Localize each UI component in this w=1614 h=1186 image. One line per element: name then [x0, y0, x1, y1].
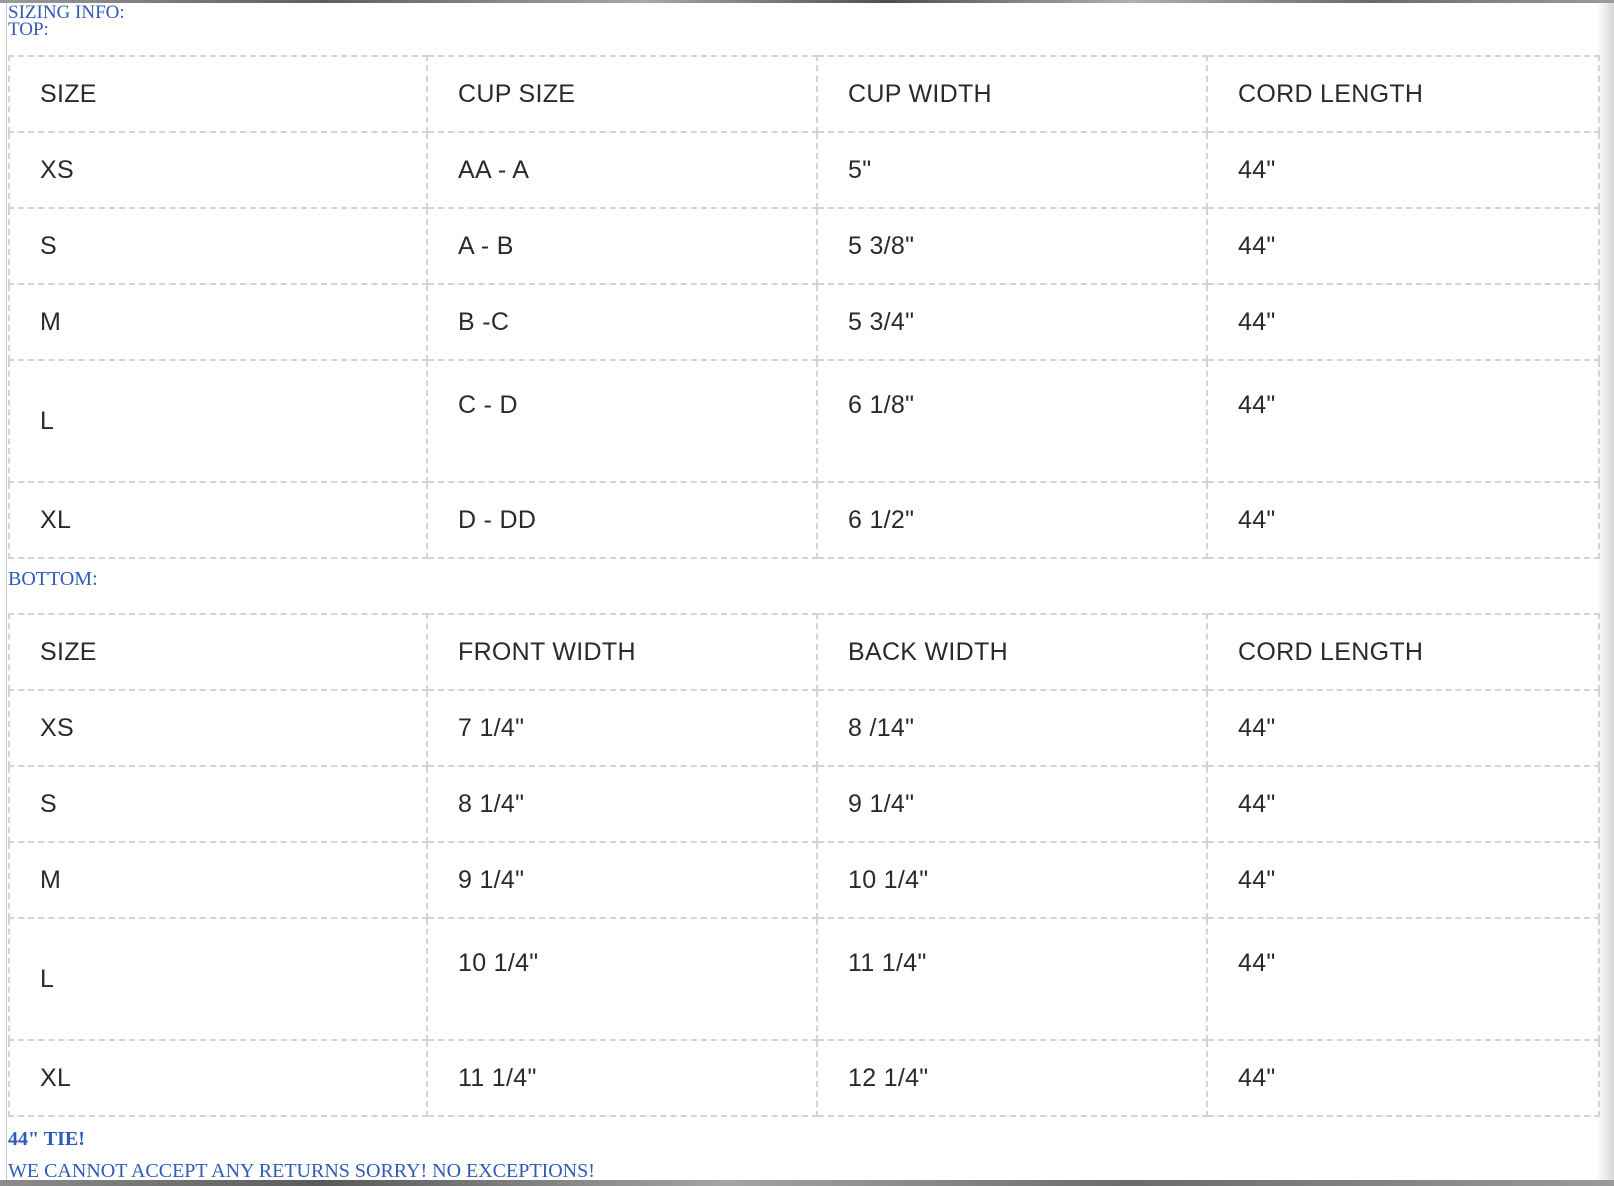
- cell-cup-size: C - D: [426, 359, 818, 483]
- table-row: L C - D 6 1/8" 44": [8, 359, 1600, 483]
- bottom-sizing-table: SIZE FRONT WIDTH BACK WIDTH CORD LENGTH …: [8, 613, 1600, 1117]
- table-row: M 9 1/4" 10 1/4" 44": [8, 841, 1600, 919]
- table-row: XL 11 1/4" 12 1/4" 44": [8, 1039, 1600, 1117]
- table-header-row: SIZE FRONT WIDTH BACK WIDTH CORD LENGTH: [8, 613, 1600, 691]
- tie-note: 44" TIE!: [8, 1128, 85, 1150]
- cell-cup-size: A - B: [426, 207, 818, 285]
- header-cell-cup-size: CUP SIZE: [426, 55, 818, 133]
- cell-back-width: 9 1/4": [816, 765, 1208, 843]
- cell-cord-length: 44": [1206, 207, 1600, 285]
- header-cell-cord-length: CORD LENGTH: [1206, 55, 1600, 133]
- cell-cord-length: 44": [1206, 359, 1600, 483]
- cell-cord-length: 44": [1206, 765, 1600, 843]
- cell-cord-length: 44": [1206, 841, 1600, 919]
- cell-cup-width: 5": [816, 131, 1208, 209]
- table-row: XS 7 1/4" 8 /14" 44": [8, 689, 1600, 767]
- table-header-row: SIZE CUP SIZE CUP WIDTH CORD LENGTH: [8, 55, 1600, 133]
- cell-cord-length: 44": [1206, 131, 1600, 209]
- cell-back-width: 10 1/4": [816, 841, 1208, 919]
- header-cell-back-width: BACK WIDTH: [816, 613, 1208, 691]
- top-sizing-table: SIZE CUP SIZE CUP WIDTH CORD LENGTH XS A…: [8, 55, 1600, 559]
- cell-cup-width: 6 1/8": [816, 359, 1208, 483]
- header-cell-cord-length: CORD LENGTH: [1206, 613, 1600, 691]
- cell-back-width: 8 /14": [816, 689, 1208, 767]
- cell-front-width: 11 1/4": [426, 1039, 818, 1117]
- table-row: L 10 1/4" 11 1/4" 44": [8, 917, 1600, 1041]
- cell-size: S: [8, 207, 428, 285]
- table-row: XL D - DD 6 1/2" 44": [8, 481, 1600, 559]
- cell-cup-width: 5 3/4": [816, 283, 1208, 361]
- cell-front-width: 8 1/4": [426, 765, 818, 843]
- cell-cup-width: 6 1/2": [816, 481, 1208, 559]
- cell-cup-size: B -C: [426, 283, 818, 361]
- cell-cup-size: AA - A: [426, 131, 818, 209]
- cell-back-width: 11 1/4": [816, 917, 1208, 1041]
- cell-cord-length: 44": [1206, 481, 1600, 559]
- header-cell-cup-width: CUP WIDTH: [816, 55, 1208, 133]
- header-cell-size: SIZE: [8, 613, 428, 691]
- table-row: S A - B 5 3/8" 44": [8, 207, 1600, 285]
- cell-cord-length: 44": [1206, 1039, 1600, 1117]
- cell-back-width: 12 1/4": [816, 1039, 1208, 1117]
- cell-cord-length: 44": [1206, 283, 1600, 361]
- cell-cord-length: 44": [1206, 689, 1600, 767]
- cell-size: L: [8, 917, 428, 1041]
- cell-cord-length: 44": [1206, 917, 1600, 1041]
- header-cell-front-width: FRONT WIDTH: [426, 613, 818, 691]
- cell-size: XS: [8, 689, 428, 767]
- cell-front-width: 10 1/4": [426, 917, 818, 1041]
- cell-size: M: [8, 283, 428, 361]
- cell-size: XL: [8, 481, 428, 559]
- cell-cup-width: 5 3/8": [816, 207, 1208, 285]
- header-cell-size: SIZE: [8, 55, 428, 133]
- cell-size: XS: [8, 131, 428, 209]
- cell-size: XL: [8, 1039, 428, 1117]
- bottom-section-heading: BOTTOM:: [8, 568, 98, 590]
- cell-size: L: [8, 359, 428, 483]
- cell-front-width: 9 1/4": [426, 841, 818, 919]
- cell-cup-size: D - DD: [426, 481, 818, 559]
- table-row: M B -C 5 3/4" 44": [8, 283, 1600, 361]
- sizing-content: SIZING INFO: TOP: SIZE CUP SIZE CUP WIDT…: [6, 3, 1600, 1182]
- returns-policy-note: WE CANNOT ACCEPT ANY RETURNS SORRY! NO E…: [8, 1160, 595, 1182]
- top-section-heading: TOP:: [8, 19, 49, 40]
- table-row: S 8 1/4" 9 1/4" 44": [8, 765, 1600, 843]
- cell-size: M: [8, 841, 428, 919]
- table-row: XS AA - A 5" 44": [8, 131, 1600, 209]
- cell-front-width: 7 1/4": [426, 689, 818, 767]
- cell-size: S: [8, 765, 428, 843]
